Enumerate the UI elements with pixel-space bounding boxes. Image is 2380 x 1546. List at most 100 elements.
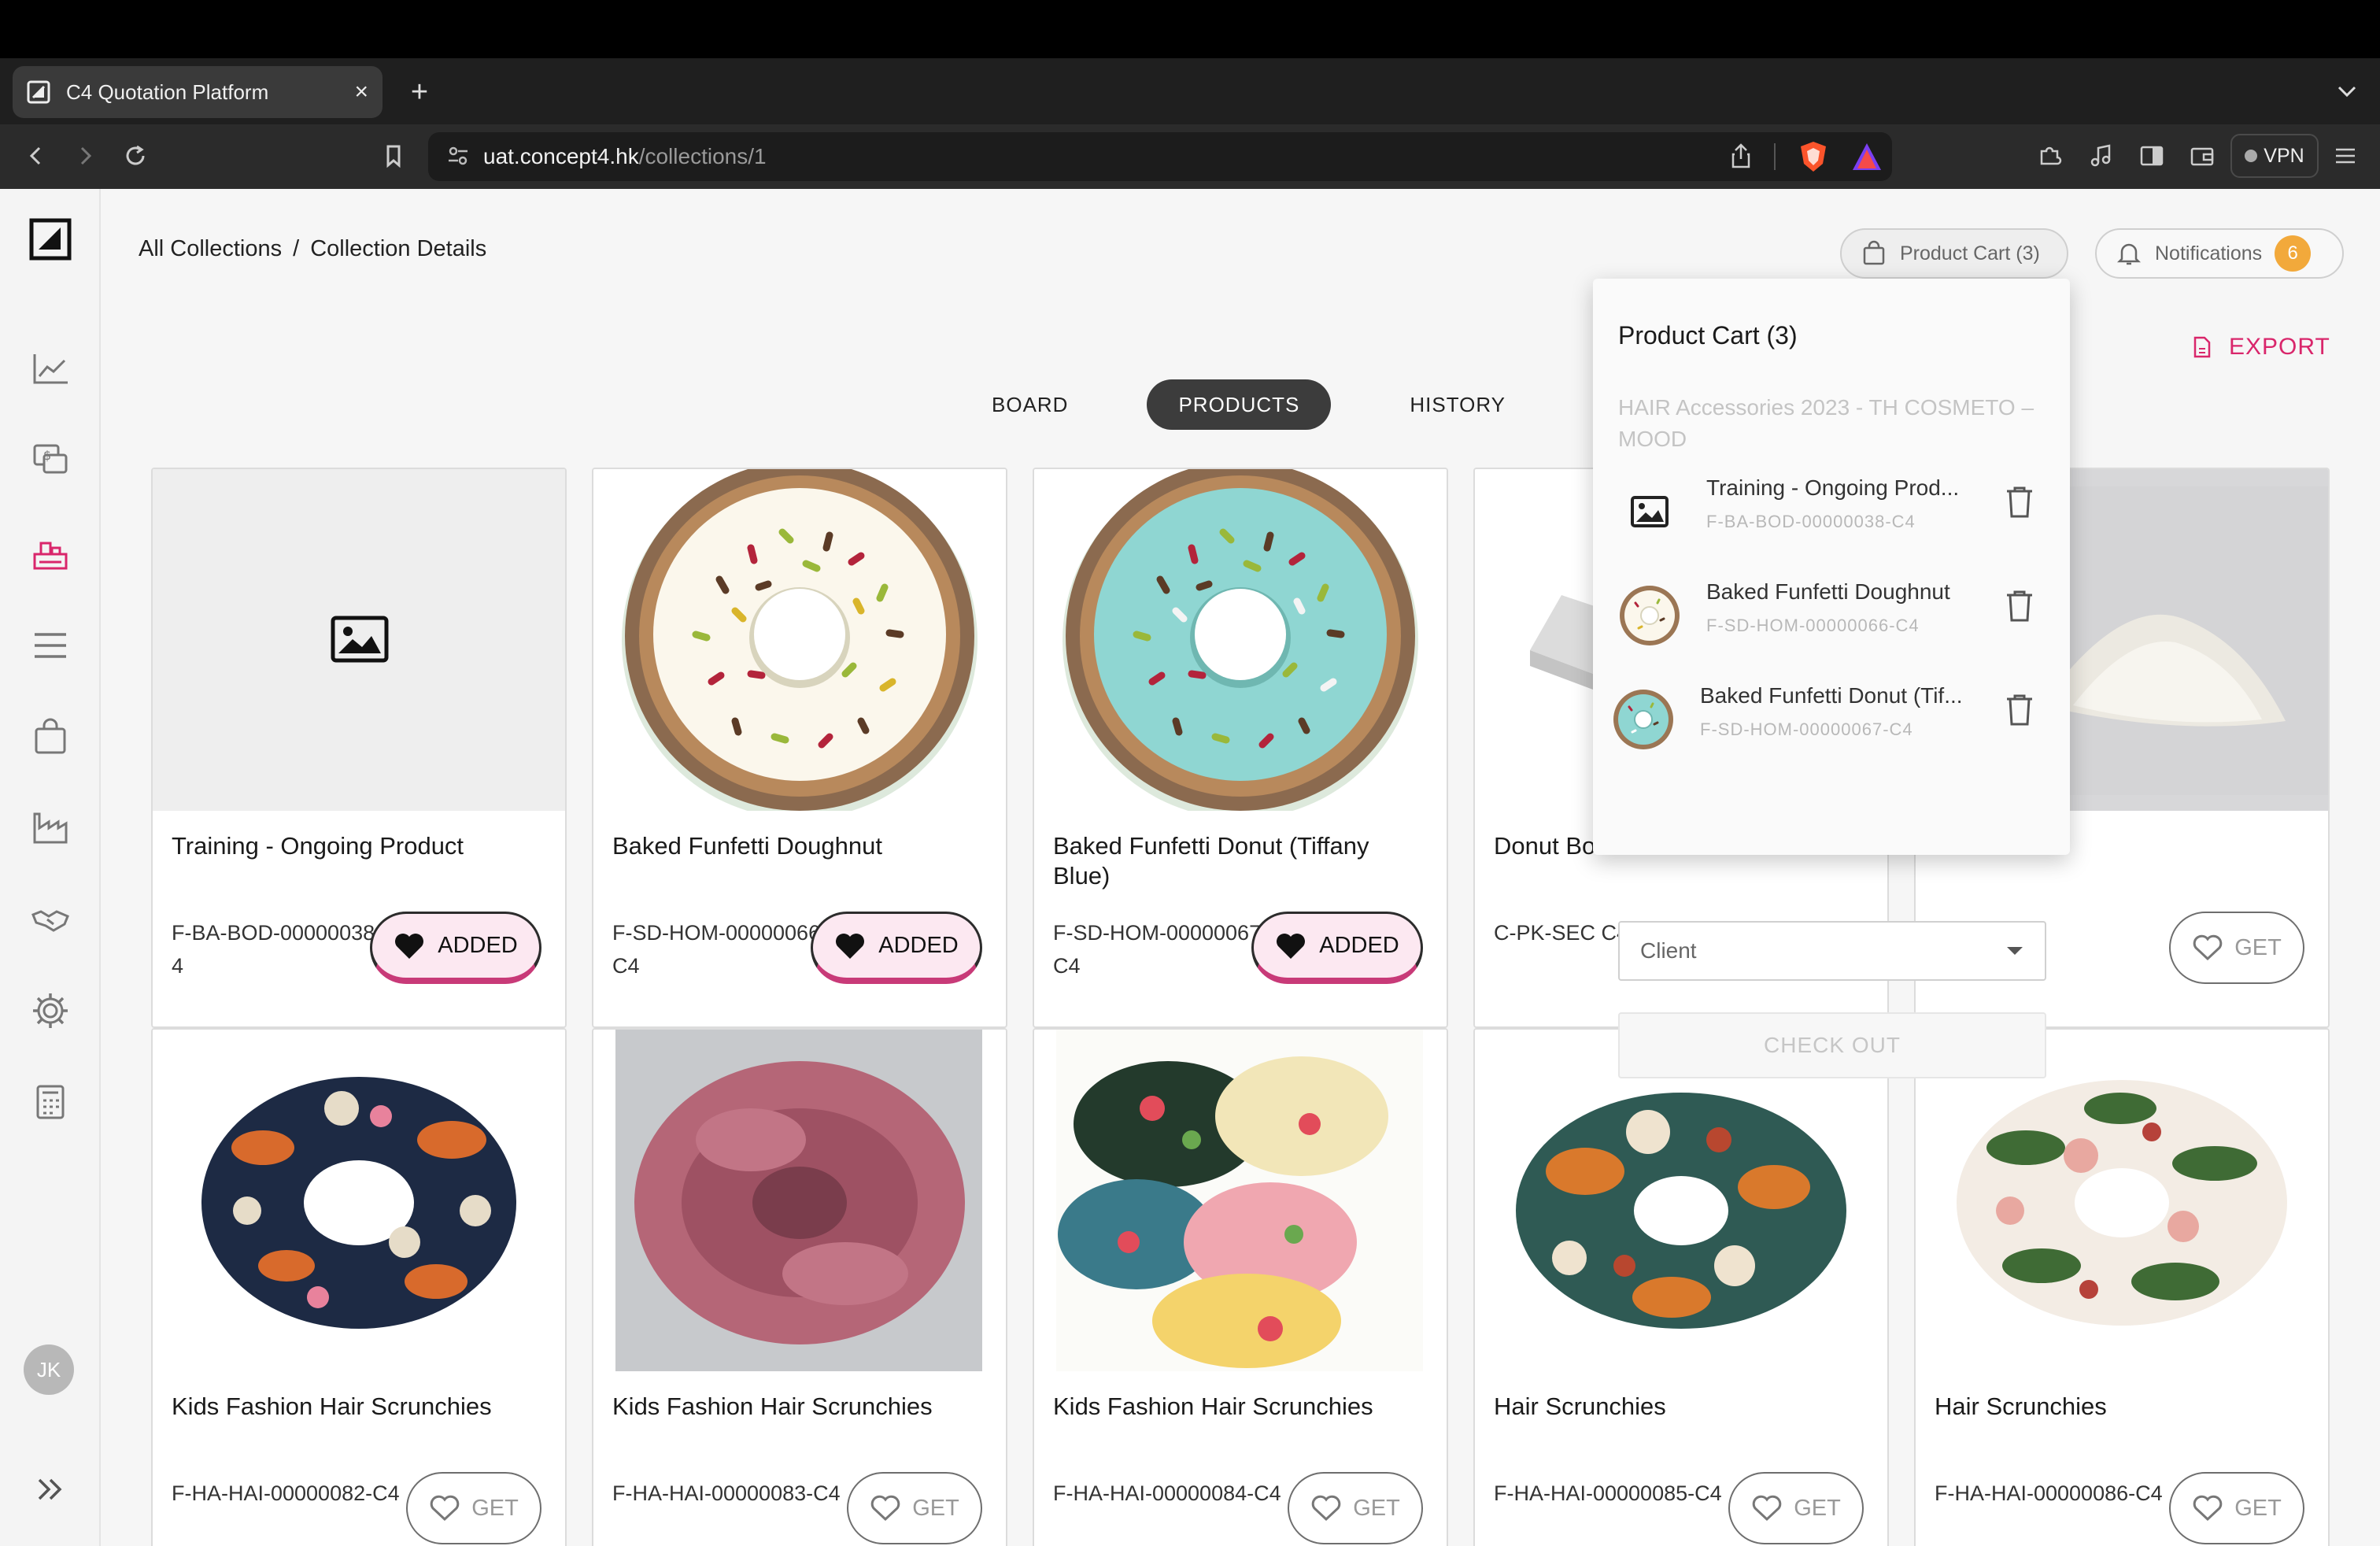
heart-outline-icon	[870, 1494, 901, 1522]
product-card[interactable]: Baked Funfetti Donut (Tiffany Blue) F-SD…	[1033, 468, 1448, 1028]
quotation-chat-icon[interactable]: $	[27, 436, 74, 483]
added-button[interactable]: ADDED	[1251, 912, 1423, 984]
media-icon[interactable]	[2086, 140, 2117, 172]
product-title: Hair Scrunchies	[1935, 1393, 2107, 1420]
get-button[interactable]: GET	[847, 1472, 982, 1544]
collections-icon[interactable]	[27, 531, 74, 578]
heart-filled-icon	[394, 932, 425, 960]
get-button[interactable]: GET	[406, 1472, 541, 1544]
export-button[interactable]: EXPORT	[2193, 334, 2330, 361]
brave-rewards-icon[interactable]	[1851, 142, 1883, 172]
trash-icon[interactable]	[2004, 589, 2035, 623]
tab-products[interactable]: PRODUCTS	[1147, 379, 1332, 430]
bookmark-icon[interactable]	[378, 140, 409, 172]
image-placeholder-icon	[331, 616, 389, 663]
vpn-label: VPN	[2264, 144, 2304, 167]
added-button[interactable]: ADDED	[811, 912, 982, 984]
product-card[interactable]: Baked Funfetti Doughnut F-SD-HOM-0000006…	[592, 468, 1007, 1028]
product-image	[593, 1030, 1006, 1371]
checkout-button[interactable]: CHECK OUT	[1618, 1012, 2046, 1078]
product-title: Baked Funfetti Doughnut	[612, 832, 882, 860]
product-image	[153, 1030, 565, 1371]
wallet-icon[interactable]	[2186, 140, 2218, 172]
brave-shield-icon[interactable]	[1798, 140, 1829, 173]
product-card[interactable]: Kids Fashion Hair Scrunchies F-HA-HAI-00…	[592, 1028, 1007, 1546]
settings-gear-icon[interactable]	[27, 987, 74, 1034]
toolbar-divider	[1774, 143, 1776, 170]
sidebar: $ JK	[0, 189, 101, 1546]
bell-icon	[2116, 240, 2142, 267]
url-host: uat.concept4.hk	[483, 144, 639, 168]
product-card[interactable]: Training - Ongoing Product F-BA-BOD-0000…	[151, 468, 567, 1028]
tab-board[interactable]: BOARD	[960, 379, 1099, 430]
back-icon[interactable]	[20, 140, 52, 172]
get-button[interactable]: GET	[2169, 912, 2304, 984]
cart-item: Baked Funfetti Doughnut F-SD-HOM-0000006…	[1618, 571, 2059, 658]
address-bar[interactable]: uat.concept4.hk/collections/1	[428, 132, 1892, 181]
product-card[interactable]: Hair Scrunchies F-HA-HAI-00000085-C4 GET	[1473, 1028, 1889, 1546]
forward-icon[interactable]	[69, 140, 101, 172]
vpn-status-icon	[2245, 150, 2258, 162]
extensions-icon[interactable]	[2034, 140, 2065, 172]
breadcrumb-root[interactable]: All Collections	[139, 236, 282, 261]
get-button[interactable]: GET	[2169, 1472, 2304, 1544]
analytics-icon[interactable]	[27, 345, 74, 392]
added-button[interactable]: ADDED	[370, 912, 541, 984]
get-label: GET	[1794, 1495, 1841, 1521]
trash-icon[interactable]	[2004, 693, 2035, 727]
product-title: Kids Fashion Hair Scrunchies	[612, 1393, 933, 1420]
trash-icon[interactable]	[2004, 485, 2035, 520]
avatar[interactable]: JK	[24, 1344, 74, 1395]
tab-history[interactable]: HISTORY	[1378, 379, 1537, 430]
expand-sidebar-icon[interactable]	[27, 1466, 74, 1513]
notifications-count-badge: 6	[2275, 235, 2312, 272]
share-icon[interactable]	[1727, 142, 1755, 170]
close-tab-icon[interactable]: ×	[354, 80, 368, 104]
donut-thumbnail	[1612, 688, 1675, 751]
site-settings-icon[interactable]	[444, 142, 472, 170]
svg-text:$: $	[43, 448, 51, 463]
vpn-button[interactable]: VPN	[2230, 134, 2319, 178]
cart-item-code: F-BA-BOD-00000038-C4	[1706, 512, 1916, 531]
handshake-icon[interactable]	[27, 896, 74, 943]
calculator-icon[interactable]	[27, 1078, 74, 1126]
product-cart-label: Product Cart (3)	[1900, 242, 2040, 264]
client-select[interactable]: Client	[1618, 921, 2046, 981]
product-card[interactable]: Hair Scrunchies F-HA-HAI-00000086-C4 GET	[1914, 1028, 2330, 1546]
notifications-button[interactable]: Notifications 6	[2095, 228, 2344, 279]
browser-tab[interactable]: C4 Quotation Platform ×	[13, 66, 382, 118]
list-icon[interactable]	[27, 622, 74, 669]
heart-outline-icon	[1310, 1494, 1342, 1522]
cart-item: Training - Ongoing Prod... F-BA-BOD-0000…	[1618, 468, 2059, 554]
product-image	[1475, 1030, 1887, 1371]
product-code: F-HA-HAI-00000086-C4	[1935, 1481, 2163, 1505]
menu-bar	[0, 0, 2380, 58]
cart-bag-icon	[1861, 240, 1887, 267]
app-logo-icon[interactable]	[27, 216, 74, 263]
product-image	[153, 469, 565, 811]
product-cart-button[interactable]: Product Cart (3)	[1840, 228, 2068, 279]
product-title: Baked Funfetti Donut (Tiffany Blue)	[1053, 832, 1369, 890]
get-button[interactable]: GET	[1288, 1472, 1423, 1544]
product-image	[1034, 469, 1447, 811]
shopping-bag-icon[interactable]	[27, 713, 74, 760]
heart-outline-icon	[1751, 1494, 1783, 1522]
new-tab-button[interactable]: +	[401, 74, 438, 110]
breadcrumb-current: Collection Details	[310, 236, 487, 261]
view-tabs: BOARD PRODUCTS HISTORY	[960, 379, 1537, 430]
get-label: GET	[1353, 1495, 1400, 1521]
heart-outline-icon	[2192, 934, 2223, 962]
menu-icon[interactable]	[2330, 140, 2361, 172]
tab-title: C4 Quotation Platform	[66, 80, 269, 104]
get-button[interactable]: GET	[1728, 1472, 1864, 1544]
chevron-down-icon[interactable]	[2333, 77, 2361, 105]
reload-icon[interactable]	[120, 140, 151, 172]
product-cart-panel: Product Cart (3) HAIR Accessories 2023 -…	[1593, 279, 2070, 1078]
app-main: $ JK All Collections / Collection Details	[0, 189, 2380, 1546]
product-image	[1034, 1030, 1447, 1371]
product-card[interactable]: Kids Fashion Hair Scrunchies F-HA-HAI-00…	[151, 1028, 567, 1546]
product-card[interactable]: Kids Fashion Hair Scrunchies F-HA-HAI-00…	[1033, 1028, 1448, 1546]
cart-item: Baked Funfetti Donut (Tif... F-SD-HOM-00…	[1613, 675, 2059, 762]
sidebar-toggle-icon[interactable]	[2136, 140, 2168, 172]
factory-icon[interactable]	[27, 804, 74, 852]
